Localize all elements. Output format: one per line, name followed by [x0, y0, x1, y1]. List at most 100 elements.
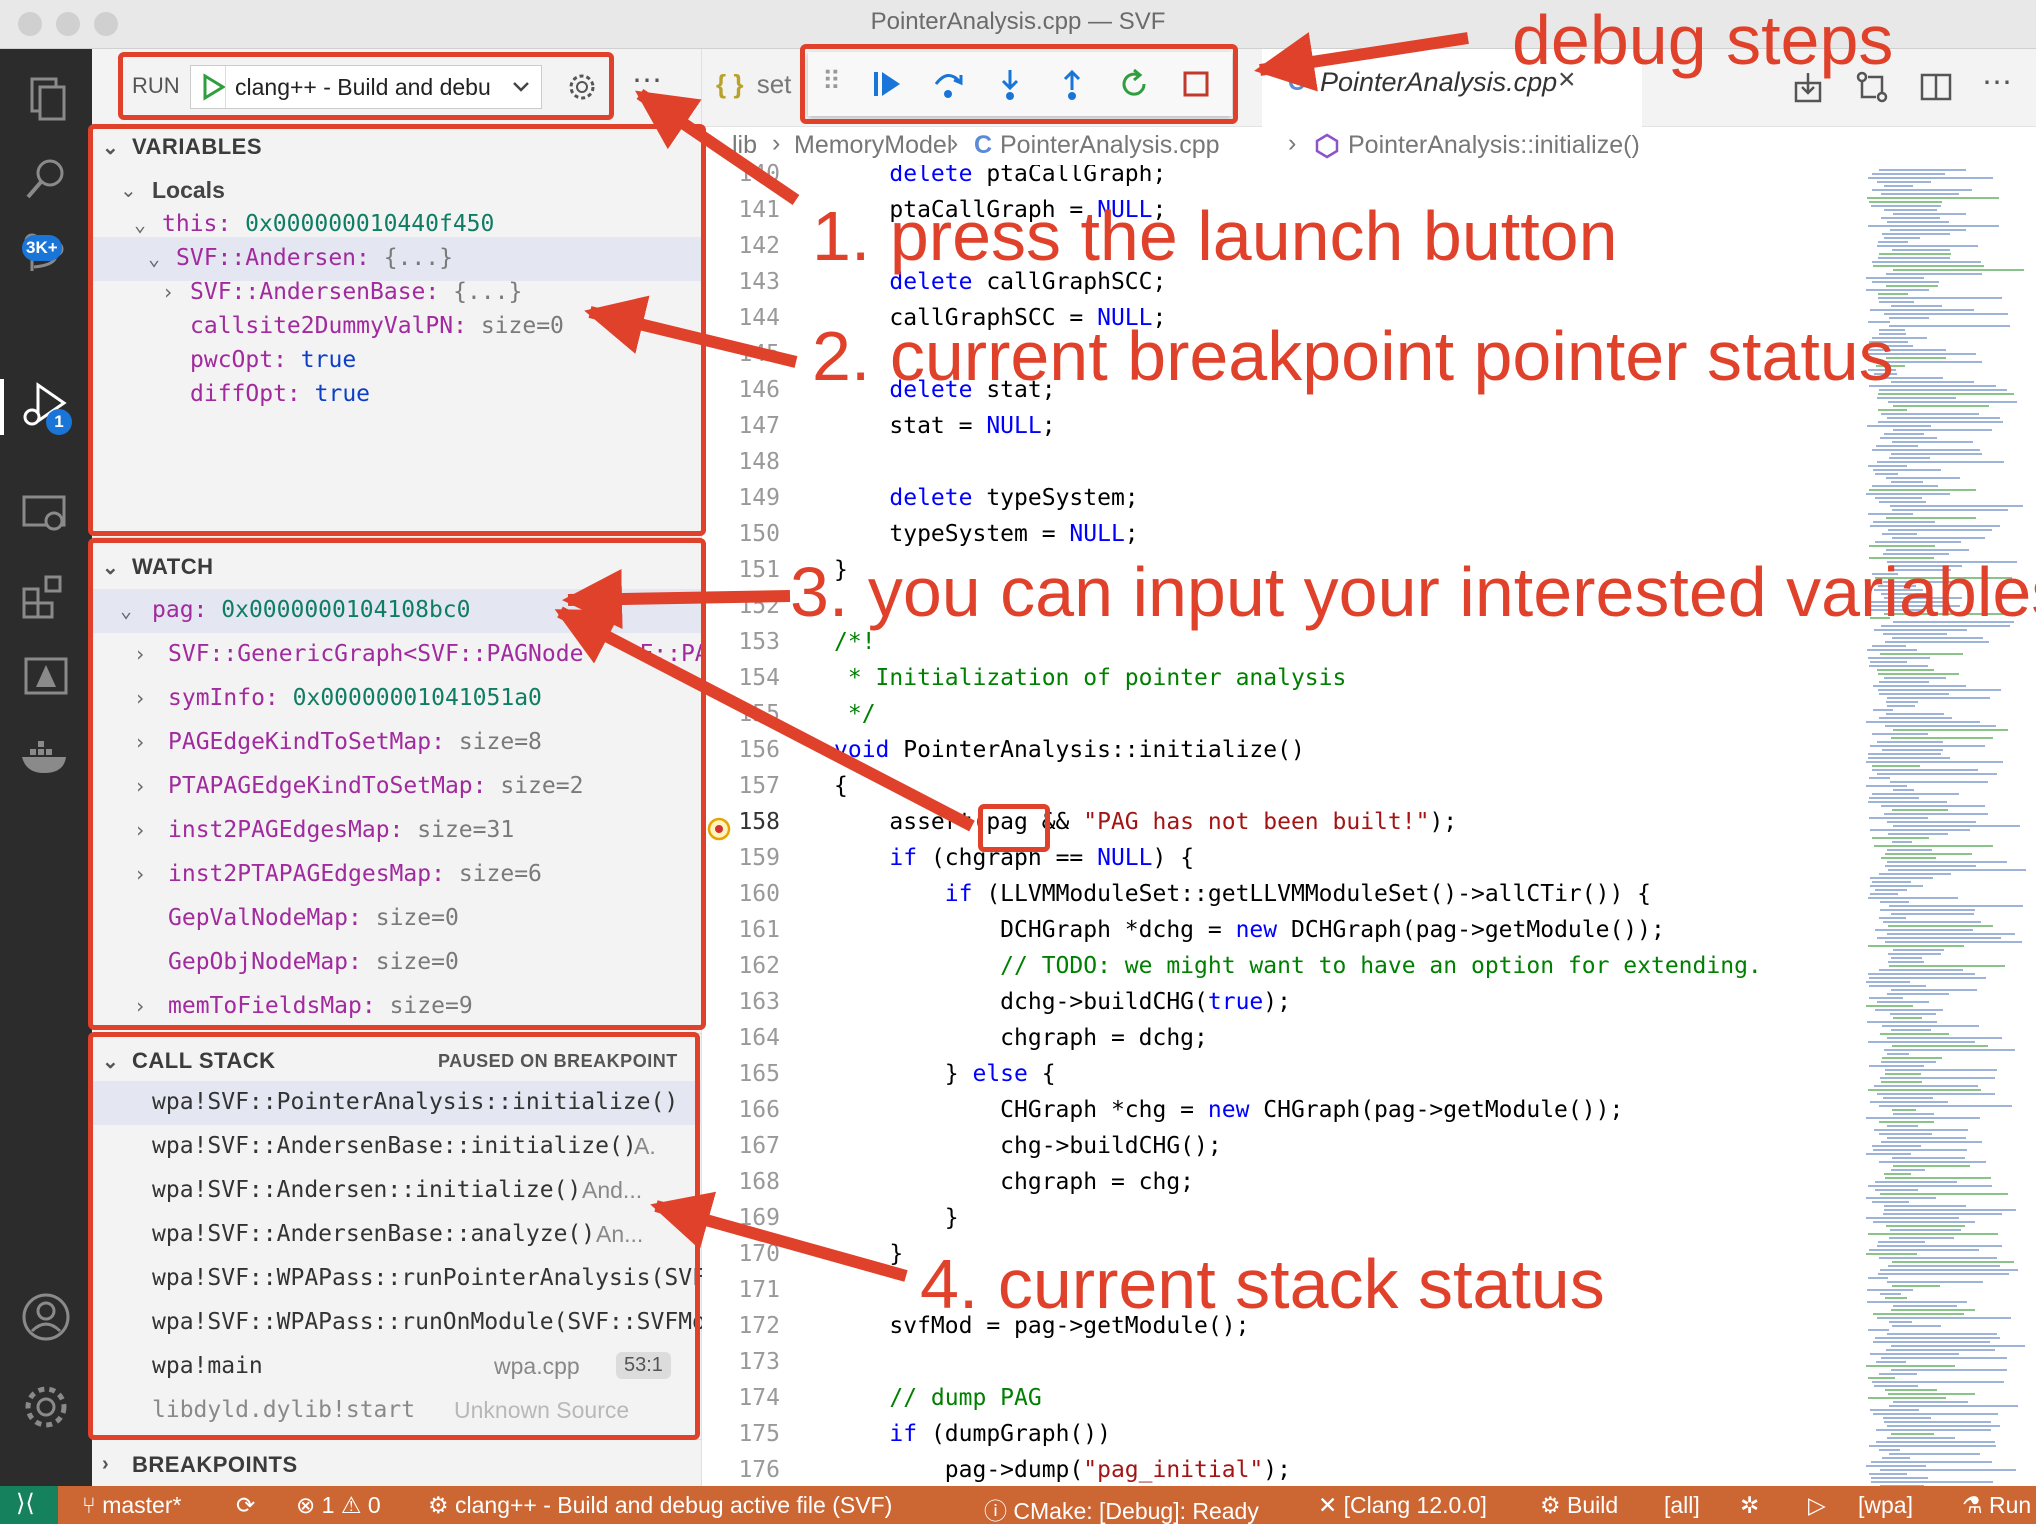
branch-status[interactable]: ⑂ master*	[82, 1492, 181, 1519]
minimap-line	[1889, 1453, 1980, 1455]
minimap-line	[1885, 1389, 1937, 1391]
remote-explorer-icon[interactable]	[18, 487, 74, 543]
code-line: dchg->buildCHG(true);	[834, 989, 1291, 1015]
minimap-line	[1892, 441, 1973, 443]
minimap-line	[1876, 1441, 1995, 1443]
line-number: 165	[738, 1061, 780, 1087]
minimap-line	[1877, 1245, 2002, 1247]
line-number: 176	[738, 1457, 780, 1483]
annotation-box-debug-toolbar	[800, 44, 1238, 124]
minimap-line	[1891, 737, 1993, 739]
minimap-line	[1888, 529, 1992, 531]
minimap-line	[1866, 1005, 1913, 1007]
line-number: 168	[738, 1169, 780, 1195]
minimap-line	[1879, 1449, 1900, 1451]
minimap-line	[1872, 733, 1928, 735]
minimap-line	[1881, 1081, 1922, 1083]
minimap-line	[1891, 989, 1977, 991]
minimap-line	[1879, 693, 1949, 695]
extensions-icon[interactable]	[18, 569, 74, 625]
breadcrumb-item[interactable]: MemoryModel	[794, 131, 952, 160]
minimap-line	[1868, 973, 1975, 975]
minimap-line	[1872, 261, 1981, 263]
build-target[interactable]: [all]	[1664, 1492, 1700, 1519]
build-button[interactable]: ⚙ Build	[1540, 1492, 1618, 1519]
cpp-file-icon: C	[1288, 69, 1306, 96]
flask-icon: ⚗	[1962, 1492, 1990, 1518]
minimap-line	[1869, 489, 1976, 491]
problems-status[interactable]: ⊗ 1 ⚠ 0	[296, 1492, 381, 1519]
minimap-line	[1886, 517, 1976, 519]
breadcrumb-item[interactable]: PointerAnalysis::initialize()	[1348, 131, 1640, 160]
line-number: 146	[738, 377, 780, 403]
minimap-line	[1881, 413, 1979, 415]
debug-bug-icon[interactable]: ✲	[1740, 1492, 1759, 1519]
minimap-line	[1879, 969, 1963, 971]
explorer-icon[interactable]	[18, 71, 74, 127]
run-button[interactable]: ⚗ Run	[1962, 1492, 2031, 1519]
minimap-line	[1893, 405, 1989, 407]
minimap-line	[1869, 1445, 1996, 1447]
minimap-line	[1887, 849, 1932, 851]
minimap-line	[1868, 513, 1913, 515]
breakpoint-icon[interactable]	[706, 816, 732, 842]
launch-target[interactable]: [wpa]	[1858, 1492, 1913, 1519]
minimap-line	[1869, 797, 1919, 799]
tab-settings-json[interactable]: { } set	[716, 69, 791, 100]
minimap-line	[1893, 789, 1914, 791]
code-line: assert(pag && "PAG has not been built!")…	[834, 809, 1458, 835]
minimap-line	[1879, 1161, 1986, 1163]
kit-status[interactable]: ✕ [Clang 12.0.0]	[1318, 1492, 1487, 1519]
minimap-line	[1892, 637, 1983, 639]
search-icon[interactable]	[18, 151, 74, 207]
minimap-line	[1881, 1141, 1982, 1143]
minimap-line	[1879, 169, 1966, 171]
code-line: // TODO: we might want to have an option…	[834, 953, 1762, 979]
minimap-line	[1884, 209, 1937, 211]
minimap-line	[1868, 465, 1907, 467]
code-line: if (dumpGraph())	[889, 1421, 1111, 1447]
line-number: 162	[738, 953, 780, 979]
minimap-line	[1866, 1197, 1936, 1199]
minimap-line	[1884, 677, 1946, 679]
minimap-line	[1870, 745, 1985, 747]
minimap-line	[1885, 853, 1972, 855]
minimap-line	[1880, 1269, 2018, 1271]
code-line: /*!	[834, 629, 876, 655]
cmake-icon[interactable]	[18, 649, 74, 705]
minimap-line	[1891, 957, 1922, 959]
cmake-status[interactable]: ⓘ CMake: [Debug]: Ready	[984, 1492, 1259, 1524]
split-editor-icon[interactable]	[1918, 69, 1954, 110]
debug-config-status[interactable]: ⚙ clang++ - Build and debug active file …	[428, 1492, 892, 1519]
minimap-line	[1891, 1369, 2007, 1371]
json-file-icon: { }	[716, 69, 744, 99]
minimap-line	[1869, 777, 1890, 779]
minimap-line	[1888, 953, 1941, 955]
line-number: 150	[738, 521, 780, 547]
breadcrumb-item[interactable]: PointerAnalysis.cpp	[1000, 131, 1220, 160]
minimap-line	[1891, 481, 1923, 483]
minimap-line	[1887, 1053, 1909, 1055]
minimap-line	[1882, 533, 1917, 535]
docker-icon[interactable]	[18, 729, 74, 785]
account-icon[interactable]	[18, 1289, 74, 1345]
more-actions-icon[interactable]: ⋯	[1982, 65, 2012, 100]
active-indicator	[0, 379, 4, 435]
info-icon: ⓘ	[984, 1498, 1014, 1524]
breakpoints-header[interactable]: › BREAKPOINTS	[92, 1443, 702, 1487]
minimap-line	[1888, 1265, 2000, 1267]
settings-gear-icon[interactable]	[18, 1379, 74, 1435]
remote-indicator-button[interactable]: ⟩⟨	[0, 1486, 58, 1524]
launch-play-icon[interactable]: ▷	[1808, 1492, 1826, 1519]
breadcrumb-item[interactable]: lib	[732, 131, 757, 160]
minimap-line	[1891, 305, 1942, 307]
code-line: chgraph = dchg;	[834, 1025, 1208, 1051]
minimap-line	[1881, 1061, 1936, 1063]
line-number: 164	[738, 1025, 780, 1051]
minimap-line	[1890, 1013, 1936, 1015]
sync-icon[interactable]: ⟳	[236, 1492, 255, 1519]
minimap-line	[1886, 1225, 1965, 1227]
minimap-line	[1881, 217, 1940, 219]
more-actions-icon[interactable]: ⋯	[632, 63, 663, 98]
minimap-line	[1871, 1461, 1992, 1463]
